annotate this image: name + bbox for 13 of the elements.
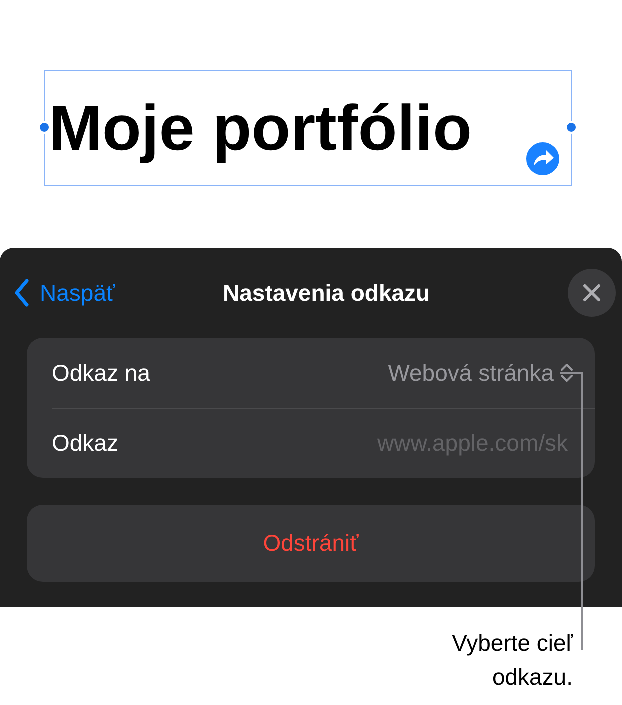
link-type-picker[interactable]: Webová stránka (388, 356, 574, 390)
row-label: Odkaz na (52, 358, 150, 388)
close-icon (582, 284, 601, 302)
resize-handle[interactable] (565, 121, 578, 134)
delete-button[interactable]: Odstrániť (27, 505, 595, 582)
chevron-left-icon (14, 279, 30, 307)
back-button[interactable]: Naspäť (14, 276, 116, 310)
panel-title: Nastavenia odkazu (223, 278, 430, 308)
resize-handle[interactable] (38, 121, 51, 134)
close-button[interactable] (568, 269, 616, 317)
row-label: Odkaz (52, 429, 118, 458)
up-down-chevron-icon (560, 362, 574, 384)
callout-text: Vyberte cieľ odkazu. (451, 629, 573, 692)
